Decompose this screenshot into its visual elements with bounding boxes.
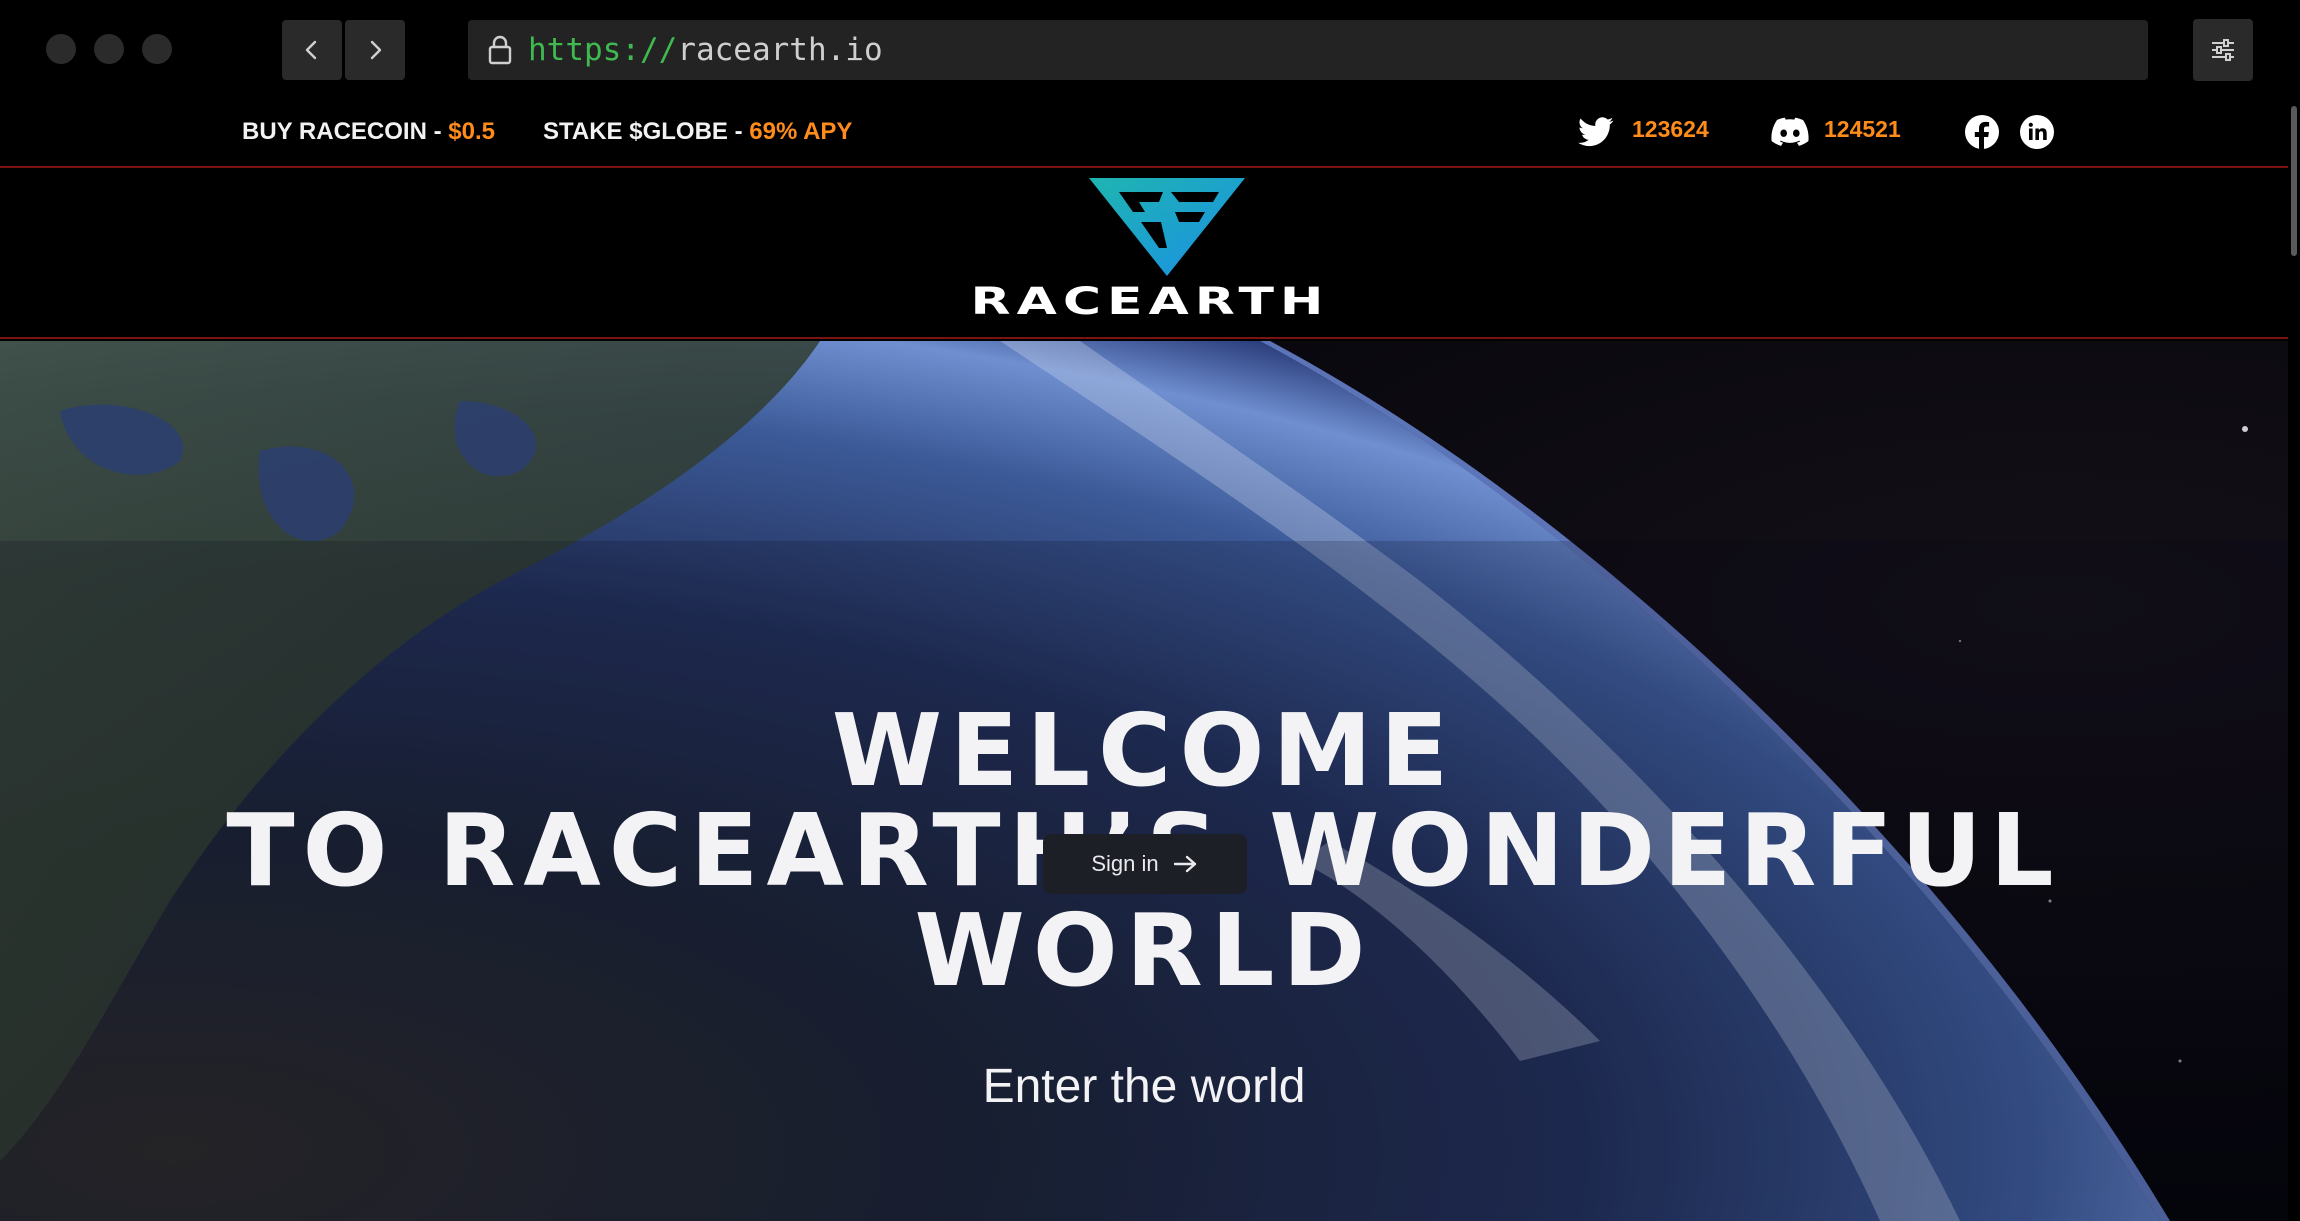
sign-in-label: Sign in	[1091, 851, 1159, 876]
racecoin-price: $0.5	[448, 118, 495, 145]
stake-globe-label: STAKE $GLOBE -	[543, 118, 750, 145]
arrow-right-icon	[1173, 855, 1196, 873]
address-bar[interactable]: https://racearth.io	[468, 20, 2148, 80]
url-host: racearth.io	[677, 32, 883, 68]
forward-button[interactable]	[345, 20, 405, 80]
hero-title-line-1: WELCOME	[831, 692, 1457, 809]
stake-apy: 69% APY	[749, 118, 853, 145]
discord-count: 124521	[1824, 116, 1901, 142]
url-scheme: https://	[528, 32, 678, 68]
window-minimize-dot[interactable]	[94, 34, 124, 64]
browser-chrome: https://racearth.io	[0, 0, 2300, 98]
lock-icon	[488, 35, 512, 65]
facebook-icon[interactable]	[1964, 114, 2000, 150]
linkedin-icon[interactable]	[2019, 114, 2055, 150]
chevron-right-icon	[370, 40, 382, 60]
top-info-bar: BUY RACECOIN - $0.5 STAKE $GLOBE - 69% A…	[0, 98, 2288, 168]
back-button[interactable]	[282, 20, 342, 80]
racearth-logo-text: RACEARTH	[970, 280, 1330, 324]
stake-globe-link[interactable]: STAKE $GLOBE - 69% APY	[543, 118, 852, 146]
buy-racecoin-link[interactable]: BUY RACECOIN - $0.5	[242, 118, 495, 146]
hero-subtitle: Enter the world	[982, 1060, 1306, 1113]
window-close-dot[interactable]	[46, 34, 76, 64]
logo-bar: RACEARTH	[0, 168, 2288, 339]
scrollbar-thumb[interactable]	[2291, 106, 2297, 256]
sign-in-button[interactable]: Sign in	[1043, 834, 1247, 894]
page-scrollbar[interactable]	[2288, 98, 2300, 1221]
window-maximize-dot[interactable]	[142, 34, 172, 64]
twitter-count: 123624	[1632, 116, 1709, 142]
chevron-left-icon	[305, 40, 317, 60]
twitter-icon[interactable]	[1578, 114, 1614, 150]
racearth-logo-mark[interactable]	[1089, 178, 1245, 276]
hero-section: WELCOME TO RACEARTH’S WONDERFUL WORLD En…	[0, 341, 2288, 1221]
settings-sliders-icon	[2212, 39, 2234, 61]
discord-icon[interactable]	[1771, 116, 1809, 148]
hero-title-line-3: WORLD	[914, 892, 1374, 1009]
buy-racecoin-label: BUY RACECOIN -	[242, 118, 449, 145]
browser-settings-button[interactable]	[2193, 19, 2253, 81]
